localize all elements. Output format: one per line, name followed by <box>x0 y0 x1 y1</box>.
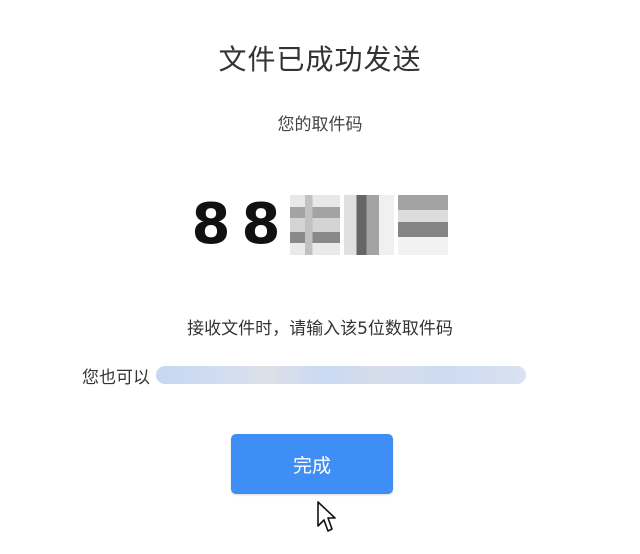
code-digit-5-redacted <box>398 195 448 255</box>
done-button[interactable]: 完成 <box>231 434 393 494</box>
redacted-link[interactable] <box>156 366 526 384</box>
code-digit-1: 8 <box>191 192 231 257</box>
code-digit-2: 8 <box>241 192 281 257</box>
alternative-row: 您也可以 <box>82 362 526 388</box>
pickup-hint: 接收文件时，请输入该5位数取件码 <box>187 319 453 339</box>
code-digit-3-redacted <box>290 195 340 255</box>
mouse-cursor-icon <box>317 501 336 532</box>
code-digit-4-redacted <box>344 195 394 255</box>
page-title: 文件已成功发送 <box>218 43 422 76</box>
alternative-prefix: 您也可以 <box>82 367 150 388</box>
pickup-code: 8 8 <box>186 190 448 260</box>
code-caption: 您的取件码 <box>277 115 363 135</box>
